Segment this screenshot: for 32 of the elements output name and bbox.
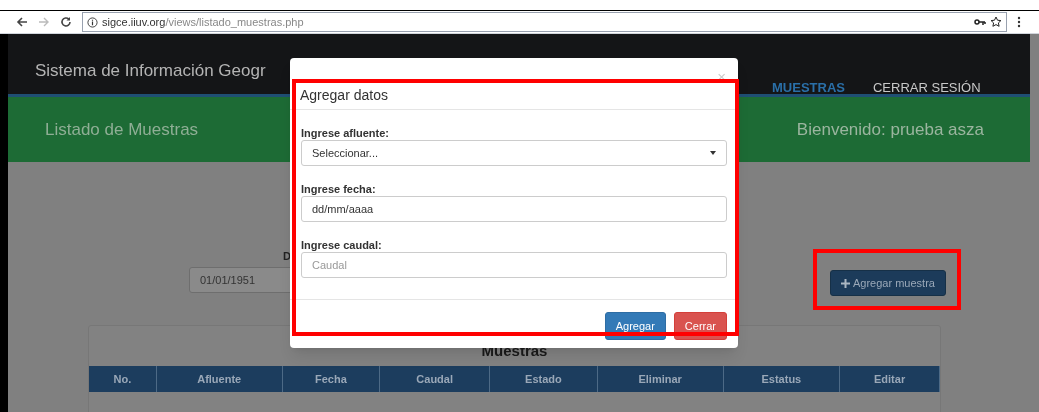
nav-link[interactable]: MUESTRAS [772, 78, 845, 98]
filter-label: D [283, 249, 291, 264]
column-header: Editar [840, 366, 940, 392]
caudal-input[interactable]: Caudal [301, 252, 727, 278]
nav-link[interactable]: CERRAR SESIÓN [872, 78, 981, 98]
back-arrow-icon[interactable] [16, 16, 28, 28]
url-text: sigce.iiuv.org/views/listado_muestras.php [102, 14, 304, 30]
key-icon[interactable] [974, 18, 986, 26]
info-icon [87, 16, 98, 28]
select-field[interactable]: Seleccionar... [301, 140, 727, 166]
column-header: Estatus [723, 366, 841, 392]
welcome-text: Bienvenido: prueba asza [796, 118, 984, 141]
page-heading: Listado de Muestras [45, 118, 199, 141]
reload-icon[interactable] [60, 16, 72, 28]
address-bar[interactable]: sigce.iiuv.org/views/listado_muestras.php [82, 12, 1007, 32]
plus-icon [841, 278, 850, 288]
brand-title: Sistema de Información Geogr [35, 60, 266, 82]
add-sample-button[interactable]: Agregar muestra [830, 270, 946, 296]
star-icon[interactable] [990, 16, 1002, 28]
menu-icon[interactable] [1017, 16, 1021, 28]
column-header: Fecha [282, 366, 381, 392]
column-header: Caudal [380, 366, 491, 392]
column-header: Afluente [156, 366, 283, 392]
column-header: Eliminar [597, 366, 724, 392]
column-header: Estado [490, 366, 598, 392]
date-field[interactable]: dd/mm/aaaa [301, 196, 727, 222]
field-label: Ingrese caudal: [301, 240, 383, 252]
column-header: No. [89, 366, 157, 392]
dropdown-caret-icon [710, 151, 716, 155]
field-label: Ingrese afluente: [301, 128, 391, 140]
field-label: Ingrese fecha: [301, 184, 377, 196]
dialog-title: Agregar datos [300, 86, 388, 105]
